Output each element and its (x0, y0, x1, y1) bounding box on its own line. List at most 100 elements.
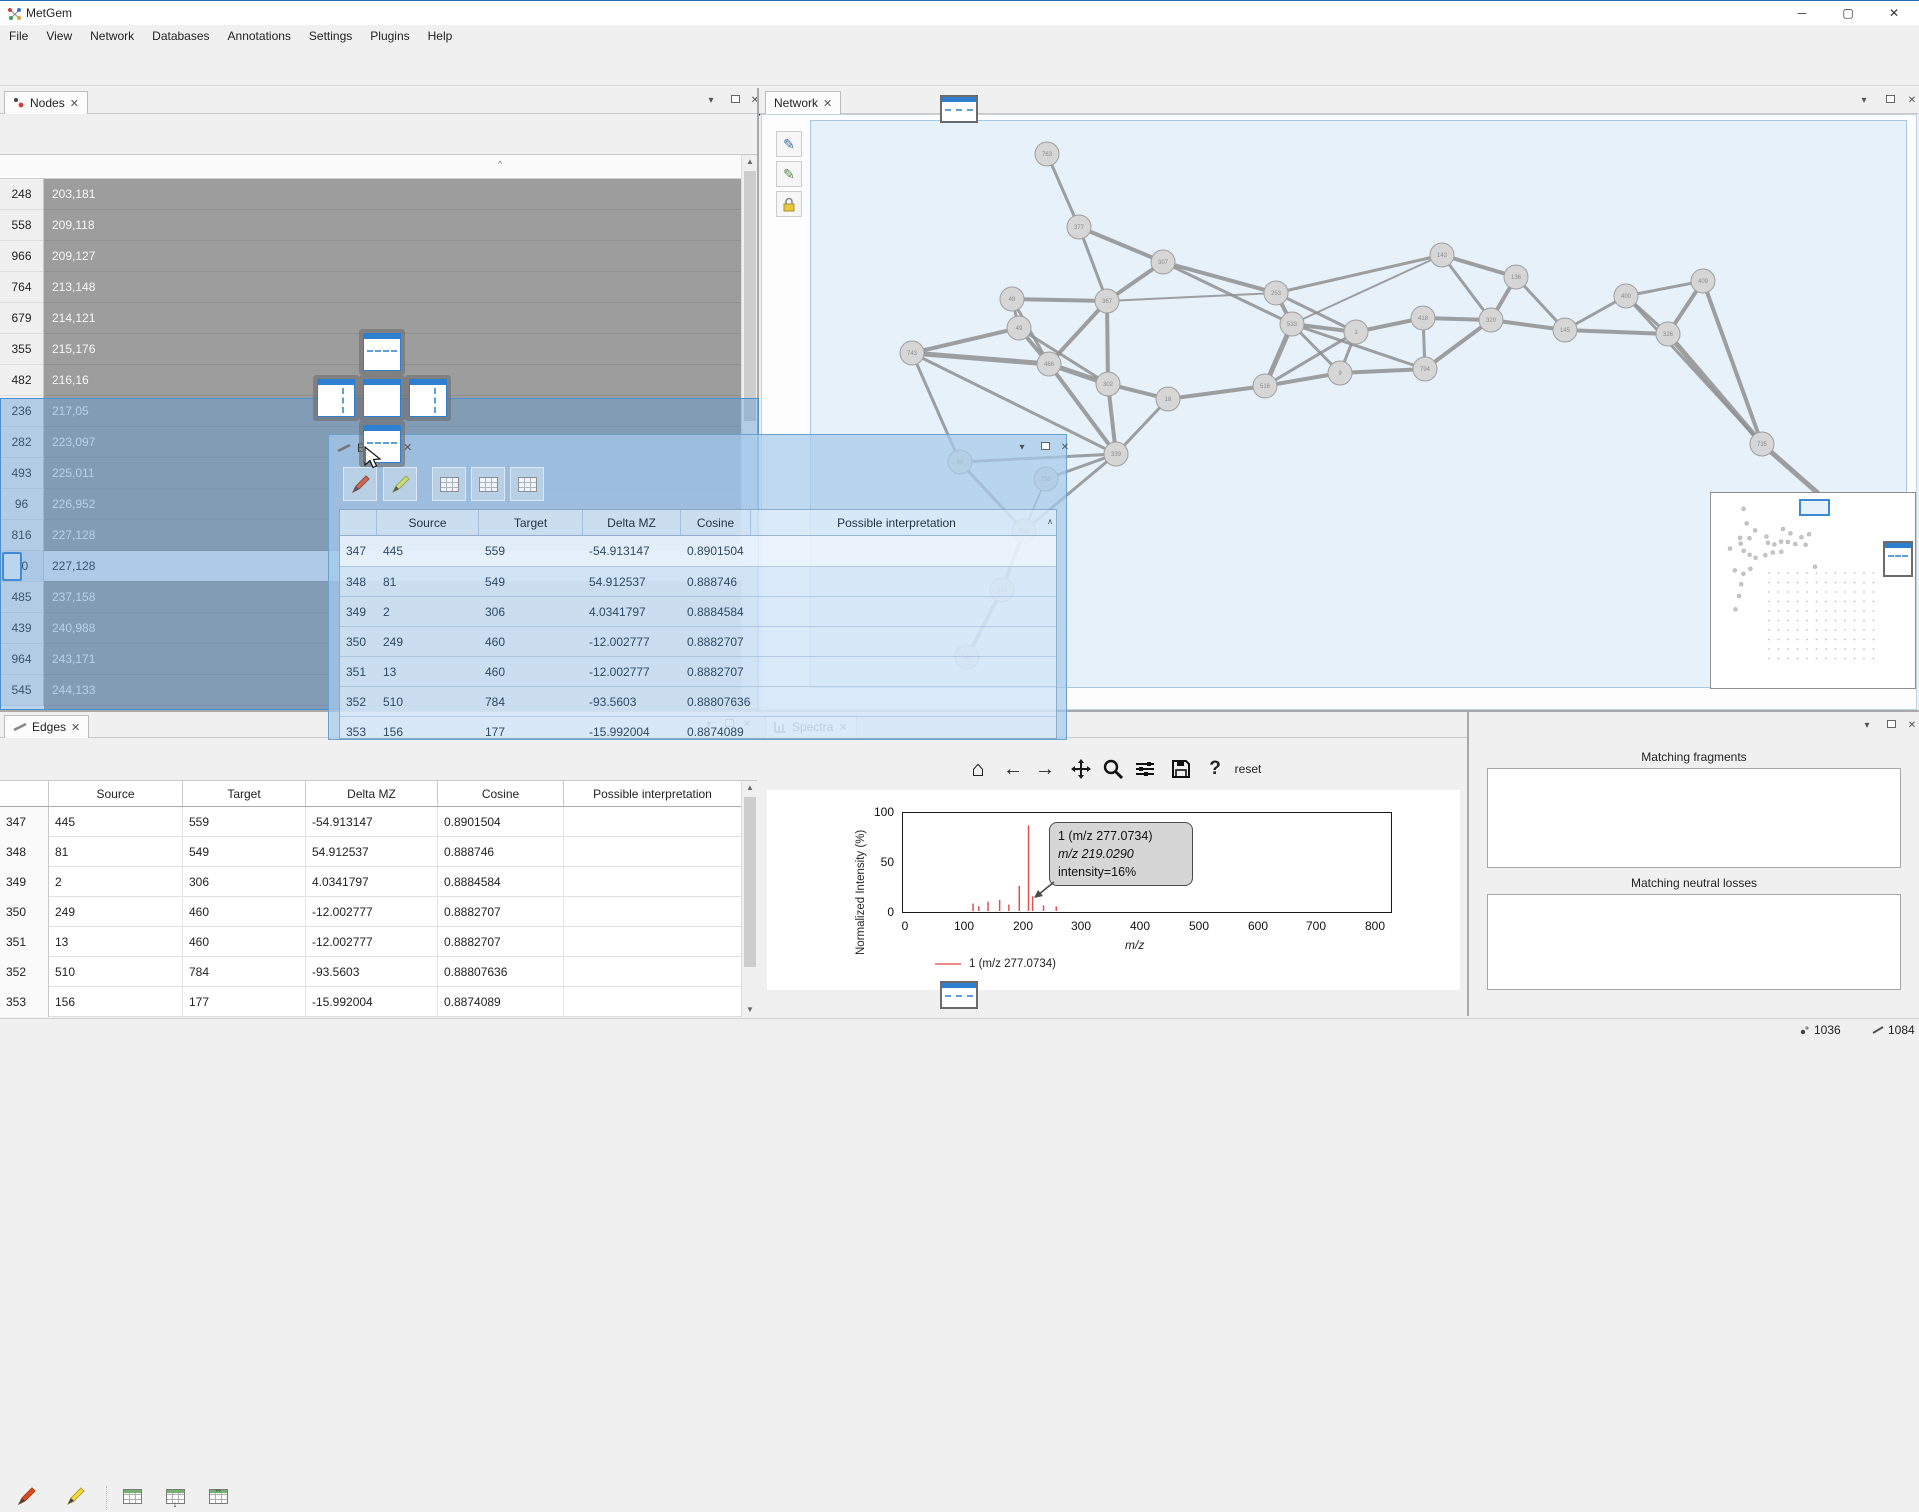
col-cosine[interactable]: Cosine (438, 781, 564, 806)
graph-edge[interactable] (1668, 334, 1762, 444)
table-row[interactable]: 347 445 559 -54.913147 0.8901504 (0, 807, 741, 837)
table-row[interactable]: 248203,181 (0, 179, 741, 210)
plot-home-button[interactable]: ⌂ (963, 754, 993, 784)
dock-indicator-right[interactable] (409, 379, 447, 417)
col-source[interactable]: Source (377, 510, 479, 535)
plot-config-button[interactable] (1130, 754, 1160, 784)
highlight-red-button[interactable] (10, 1480, 42, 1512)
col-interpretation[interactable]: Possible interpretation (564, 781, 741, 806)
col-source[interactable]: Source (49, 781, 183, 806)
plot-save-button[interactable] (1166, 754, 1196, 784)
menu-network[interactable]: Network (81, 25, 143, 47)
table-row[interactable]: 352 510 784 -93.5603 0.88807636 (340, 686, 1057, 716)
table-row[interactable]: 349 2 306 4.0341797 0.8884584 (340, 596, 1057, 626)
menu-file[interactable]: File (0, 25, 37, 47)
plot-pan-button[interactable] (1066, 754, 1096, 784)
table-view-compact-button[interactable] (432, 467, 466, 501)
nodes-dock-menu-button[interactable]: ▾ (702, 93, 720, 109)
matching-dock-float-button[interactable] (1882, 718, 1900, 734)
dock-indicator-left[interactable] (317, 379, 355, 417)
table-row[interactable]: 349 2 306 4.0341797 0.8884584 (0, 867, 741, 897)
table-row[interactable]: 351 13 460 -12.002777 0.8882707 (0, 927, 741, 957)
edges-table-header[interactable]: Source Target Delta MZ Cosine Possible i… (0, 781, 741, 807)
floating-table-header[interactable]: Source Target Delta MZ Cosine Possible i… (340, 510, 1057, 536)
graph-edge[interactable] (1012, 299, 1107, 301)
tab-nodes[interactable]: Nodes ✕ (4, 91, 88, 114)
floating-close-button[interactable]: ✕ (1056, 440, 1074, 456)
graph-edge[interactable] (1340, 369, 1425, 373)
matching-fragments-box[interactable] (1487, 768, 1901, 868)
highlight-red-button[interactable] (343, 467, 377, 501)
network-dock-float-button[interactable] (1881, 93, 1899, 109)
table-row[interactable]: 348 81 549 54.912537 0.888746 (340, 566, 1057, 596)
network-dock-close-button[interactable]: ✕ (1903, 93, 1919, 109)
floating-edges-titlebar[interactable]: Edges ✕ ▾ ✕ (329, 435, 1066, 461)
nodes-dock-float-button[interactable] (726, 93, 744, 109)
scroll-down-icon[interactable]: ▼ (742, 1003, 758, 1017)
graph-edge[interactable] (912, 328, 1019, 353)
floating-float-button[interactable] (1036, 440, 1054, 456)
scroll-up-icon[interactable]: ▲ (742, 155, 758, 169)
scrollbar-thumb[interactable] (744, 171, 756, 421)
plot-help-button[interactable]: ? (1200, 754, 1230, 784)
floating-edges-window[interactable]: Edges ✕ ▾ ✕ Source Target Delta MZ Cosin… (328, 434, 1067, 740)
graph-edge[interactable] (1565, 330, 1668, 334)
annotations-lock-button[interactable] (776, 191, 802, 217)
table-row[interactable]: 764213,148 (0, 272, 741, 303)
matching-losses-box[interactable] (1487, 894, 1901, 990)
col-delta-mz[interactable]: Delta MZ (583, 510, 681, 535)
maximize-button[interactable]: ▢ (1825, 1, 1871, 26)
menu-annotations[interactable]: Annotations (219, 25, 300, 47)
graph-edge[interactable] (1107, 293, 1276, 301)
col-target[interactable]: Target (183, 781, 306, 806)
tab-network[interactable]: Network ✕ (765, 91, 841, 114)
dock-indicator-main-bottom[interactable] (940, 981, 978, 1009)
matching-dock-menu-button[interactable]: ▾ (1858, 718, 1876, 734)
table-row[interactable]: 966209,127 (0, 241, 741, 272)
scrollbar-thumb[interactable] (744, 797, 756, 967)
table-row[interactable]: 352 510 784 -93.5603 0.88807636 (0, 957, 741, 987)
nodes-table-header[interactable]: ^ (0, 155, 741, 179)
table-resize-cols-button[interactable] (510, 467, 544, 501)
highlight-yellow-button[interactable] (383, 467, 417, 501)
table-row[interactable]: 348 81 549 54.912537 0.888746 (0, 837, 741, 867)
floating-edges-table[interactable]: Source Target Delta MZ Cosine Possible i… (339, 509, 1057, 739)
col-cosine[interactable]: Cosine (681, 510, 751, 535)
dock-indicator-main-top[interactable] (940, 95, 978, 123)
highlight-yellow-button[interactable] (59, 1480, 91, 1512)
menu-settings[interactable]: Settings (300, 25, 361, 47)
annotations-edit-button[interactable]: ✎ (776, 131, 802, 157)
tab-close-icon[interactable]: ✕ (71, 721, 80, 734)
tab-close-icon[interactable]: ✕ (823, 97, 832, 110)
dock-indicator-top[interactable] (363, 333, 401, 371)
menu-help[interactable]: Help (419, 25, 462, 47)
graph-edge[interactable] (1049, 301, 1107, 364)
col-delta-mz[interactable]: Delta MZ (306, 781, 438, 806)
minimize-button[interactable]: ─ (1779, 1, 1825, 26)
table-row[interactable]: 350 249 460 -12.002777 0.8882707 (0, 897, 741, 927)
plot-reset-button[interactable]: reset (1228, 754, 1268, 784)
matching-dock-close-button[interactable]: ✕ (1903, 718, 1919, 734)
annotations-add-button[interactable]: ✎ (776, 161, 802, 187)
network-dock-menu-button[interactable]: ▾ (1855, 93, 1873, 109)
menu-databases[interactable]: Databases (143, 25, 218, 47)
table-resize-cols-button[interactable]: ↔ (202, 1480, 234, 1512)
graph-edge[interactable] (1703, 281, 1762, 444)
scroll-up-icon[interactable]: ▲ (742, 781, 758, 795)
table-row[interactable]: 353 156 177 -15.992004 0.8874089 (340, 716, 1057, 739)
menu-view[interactable]: View (37, 25, 81, 47)
network-minimap[interactable] (1710, 492, 1916, 689)
graph-edge[interactable] (1168, 386, 1265, 399)
plot-forward-button[interactable]: → (1030, 754, 1060, 784)
col-target[interactable]: Target (479, 510, 583, 535)
plot-back-button[interactable]: ← (998, 754, 1028, 784)
plot-zoom-button[interactable] (1098, 754, 1128, 784)
table-row[interactable]: 353 156 177 -15.992004 0.8874089 (0, 987, 741, 1017)
edges-scrollbar[interactable]: ▲ ▼ (741, 781, 757, 1017)
floating-menu-button[interactable]: ▾ (1013, 440, 1031, 456)
table-row[interactable]: 347 445 559 -54.913147 0.8901504 (340, 536, 1057, 566)
table-row[interactable]: 350 249 460 -12.002777 0.8882707 (340, 626, 1057, 656)
scroll-up-icon[interactable]: ∧ (1042, 510, 1057, 536)
table-row[interactable]: 558209,118 (0, 210, 741, 241)
table-resize-rows-button[interactable]: ↓ (159, 1480, 191, 1512)
